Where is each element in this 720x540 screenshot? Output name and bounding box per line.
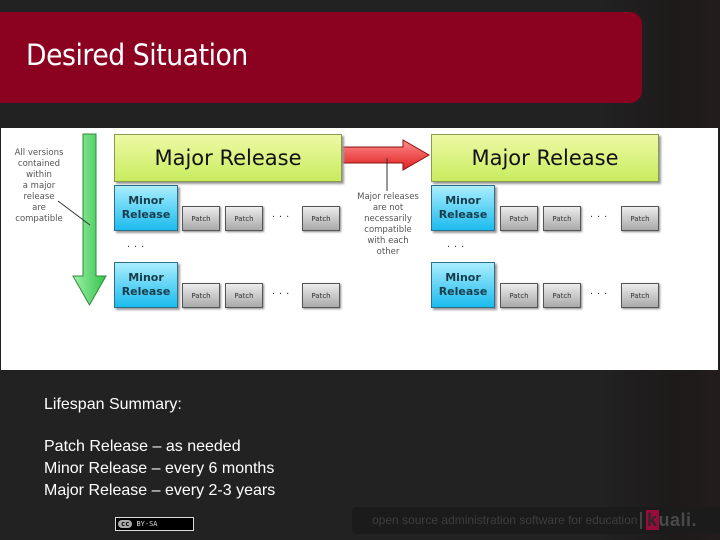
major-release-box: Major Release — [114, 134, 342, 182]
minor-release-label: Minor — [128, 194, 164, 207]
patch-box: Patch — [302, 283, 340, 308]
major-release-box: Major Release — [431, 134, 659, 182]
minor-release-box: Minor Release — [431, 185, 495, 231]
minor-release-label: Release — [438, 208, 488, 221]
minor-release-label: Minor — [128, 271, 164, 284]
release-diagram: All versions contained within a major re… — [1, 128, 718, 370]
kuali-logo-k: k — [646, 510, 659, 530]
minor-release-label: Release — [121, 285, 171, 298]
middle-note: Major releases are not necessarily compa… — [348, 192, 428, 258]
summary-heading: Lifespan Summary: — [44, 396, 182, 413]
middle-note-line: are not — [372, 203, 404, 213]
slide-title: Desired Situation — [26, 38, 248, 72]
patch-box: Patch — [621, 206, 659, 231]
minor-release-box: Minor Release — [114, 185, 178, 231]
ellipsis: ... — [272, 285, 294, 297]
middle-note-line: necessarily — [364, 214, 412, 224]
ellipsis: ... — [590, 285, 612, 297]
left-note-line: All versions — [14, 148, 64, 158]
ellipsis: ... — [447, 238, 469, 250]
summary-line: Patch Release – as needed — [44, 438, 241, 455]
summary-line: Major Release – every 2-3 years — [44, 482, 276, 499]
patch-box: Patch — [302, 206, 340, 231]
patch-box: Patch — [543, 206, 581, 231]
compatibility-arrow-icon — [72, 133, 107, 307]
patch-box: Patch — [182, 283, 220, 308]
minor-release-label: Release — [438, 285, 488, 298]
minor-release-label: Release — [121, 208, 171, 221]
left-note: All versions contained within a major re… — [9, 148, 69, 225]
minor-release-label: Minor — [445, 271, 481, 284]
summary-line: Minor Release – every 6 months — [44, 460, 275, 477]
left-note-line: are compatible — [15, 203, 63, 224]
middle-note-line: other — [376, 247, 400, 257]
middle-note-line: compatible — [364, 225, 412, 235]
minor-release-box: Minor Release — [431, 262, 495, 308]
patch-box: Patch — [500, 206, 538, 231]
minor-release-box: Minor Release — [114, 262, 178, 308]
footer-separator — [640, 512, 642, 529]
patch-box: Patch — [225, 206, 263, 231]
patch-box: Patch — [500, 283, 538, 308]
patch-box: Patch — [621, 283, 659, 308]
middle-note-line: Major releases — [357, 192, 419, 202]
patch-box: Patch — [543, 283, 581, 308]
footer-bar: open source administration software for … — [352, 507, 720, 534]
license-badge[interactable]: cc BY-SA — [115, 517, 194, 531]
creative-commons-icon: cc — [118, 520, 133, 528]
patch-box: Patch — [182, 206, 220, 231]
ellipsis: ... — [590, 208, 612, 220]
minor-release-label: Minor — [445, 194, 481, 207]
ellipsis: ... — [272, 208, 294, 220]
left-note-line: contained within — [17, 159, 61, 180]
middle-note-line: with each — [367, 236, 409, 246]
left-note-line: a major release — [22, 181, 56, 202]
license-label: BY-SA — [136, 520, 158, 528]
ellipsis: ... — [127, 238, 149, 250]
footer-tagline: open source administration software for … — [372, 513, 638, 527]
kuali-logo: kuali. — [646, 510, 697, 531]
patch-box: Patch — [225, 283, 263, 308]
kuali-logo-text: uali. — [658, 510, 698, 530]
